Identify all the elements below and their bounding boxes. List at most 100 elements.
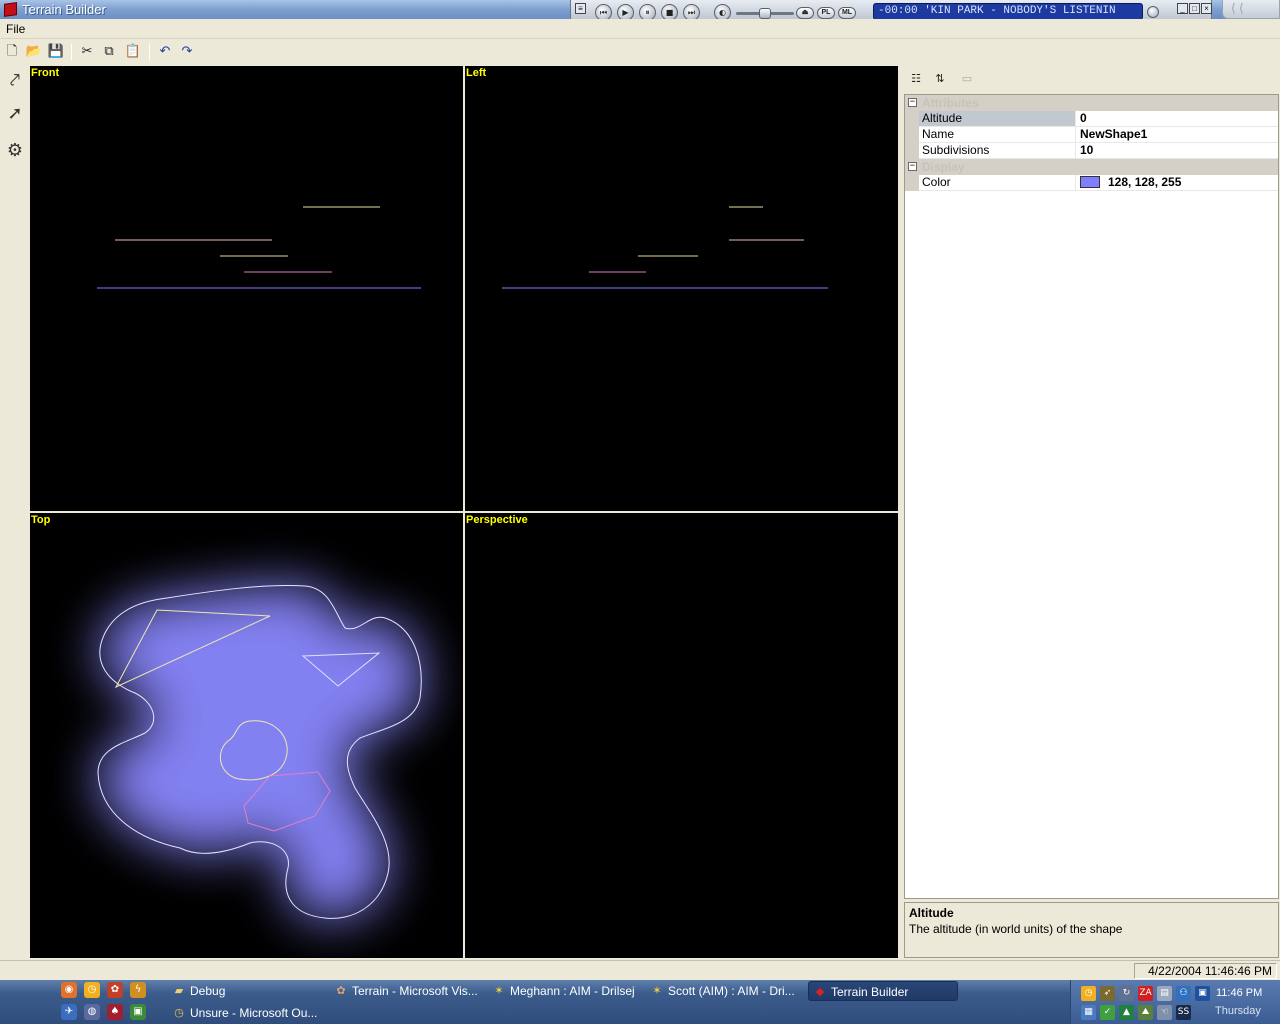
winamp-icon[interactable]: ϟ: [130, 982, 146, 998]
terrain-builder-window: Terrain Builder ≡ ⏮ ▶ ⏸ ■ ⏭ ◐ ⏏ PL ML -0…: [0, 0, 1280, 1024]
property-name: Subdivisions: [919, 143, 1076, 158]
window-title: Terrain Builder: [22, 2, 106, 17]
row-gutter: [905, 143, 919, 159]
categorized-view-icon[interactable]: ☷: [906, 69, 926, 89]
property-value[interactable]: 10: [1077, 143, 1277, 158]
task-aim-meghann[interactable]: ✶ Meghann : AIM - Drilsej: [488, 981, 636, 1001]
property-value-color[interactable]: 128, 128, 255: [1077, 175, 1277, 190]
task-label: Scott (AIM) : AIM - Dri...: [668, 984, 795, 998]
property-row-altitude[interactable]: Altitude 0: [905, 111, 1278, 127]
collapse-icon[interactable]: −: [908, 162, 917, 171]
property-row-color[interactable]: Color 128, 128, 255: [905, 175, 1278, 191]
player-option-icon[interactable]: [1147, 6, 1159, 18]
property-row-name[interactable]: Name NewShape1: [905, 127, 1278, 143]
property-value[interactable]: NewShape1: [1077, 127, 1277, 142]
tray-zonealarm-icon[interactable]: ZA: [1138, 986, 1153, 1001]
category-display[interactable]: − Display: [905, 159, 1278, 175]
help-title: Altitude: [909, 906, 954, 920]
menu-bar: File: [0, 19, 1280, 39]
tray-clock-icon[interactable]: ◷: [1081, 986, 1096, 1001]
viewport-front[interactable]: Front: [30, 66, 463, 511]
toolbar-separator: [71, 44, 72, 60]
row-gutter: [905, 127, 919, 143]
player-shade-button[interactable]: □: [1189, 3, 1200, 14]
tray-drive-icon[interactable]: ▤: [1157, 986, 1172, 1001]
player-close-button[interactable]: ×: [1201, 3, 1212, 14]
terrain-builder-icon: ◆: [815, 985, 825, 998]
property-row-subdivisions[interactable]: Subdivisions 10: [905, 143, 1278, 159]
media-library-button[interactable]: ML: [838, 7, 856, 19]
tray-monitor-icon[interactable]: ▣: [1195, 986, 1210, 1001]
day-of-week: Thursday: [1215, 1005, 1261, 1017]
status-bar: 4/22/2004 11:46:46 PM: [0, 960, 1280, 980]
viewport-left[interactable]: Left: [465, 66, 898, 511]
task-debug[interactable]: ▰ Debug: [168, 981, 318, 1001]
redo-icon[interactable]: ↷: [178, 43, 196, 61]
property-value[interactable]: 0: [1077, 111, 1277, 126]
tray-tree-icon[interactable]: ▲: [1119, 1005, 1134, 1020]
open-folder-icon[interactable]: 📂: [25, 43, 43, 61]
paste-icon[interactable]: 📋: [124, 43, 142, 61]
playlist-button[interactable]: PL: [817, 7, 835, 19]
category-attributes[interactable]: − Attributes: [905, 95, 1278, 111]
tray-rocket-icon[interactable]: ➶: [1100, 986, 1115, 1001]
tool-strip: ⤤ ➚ ⚙: [0, 66, 30, 958]
collapse-icon[interactable]: −: [908, 98, 917, 107]
terrain-glow: [98, 585, 422, 919]
draw-shape-tool-icon[interactable]: ⤤: [3, 68, 27, 94]
property-grid-panel: ☷ ⇅ ▭ − Attributes Altitude 0 Name NewSh…: [903, 66, 1280, 958]
game-icon[interactable]: ♠: [107, 1004, 123, 1020]
alphabetical-sort-icon[interactable]: ⇅: [930, 69, 950, 89]
viewport-perspective[interactable]: Perspective: [465, 513, 898, 958]
status-datetime: 4/22/2004 11:46:46 PM: [1134, 963, 1277, 979]
clock[interactable]: 11:46 PM: [1216, 987, 1262, 999]
cut-icon[interactable]: ✂: [78, 43, 96, 61]
property-name: Name: [919, 127, 1076, 142]
viewport-perspective-label: Perspective: [466, 514, 528, 526]
row-gutter: [905, 111, 919, 127]
clock-app-icon[interactable]: ◷: [84, 982, 100, 998]
task-visual-studio[interactable]: ✿ Terrain - Microsoft Vis...: [330, 981, 478, 1001]
tray-hand-icon[interactable]: ☜: [1157, 1005, 1172, 1020]
main-toolbar: 🗋 📂 💾 ✂ ⧉ 📋 ↶ ↷: [0, 40, 1280, 65]
tray-network-icon[interactable]: ⚇: [1176, 986, 1191, 1001]
messenger-icon[interactable]: ✈: [61, 1004, 77, 1020]
task-label: Terrain Builder: [831, 985, 909, 999]
player-menu-icon[interactable]: ≡: [575, 3, 586, 14]
paint-icon[interactable]: ✿: [107, 982, 123, 998]
player-minimize-button[interactable]: _: [1177, 3, 1188, 14]
task-aim-scott[interactable]: ✶ Scott (AIM) : AIM - Dri...: [646, 981, 796, 1001]
eject-button[interactable]: ⏏: [796, 7, 814, 19]
category-display-label: Display: [922, 160, 965, 174]
select-pointer-icon[interactable]: ➚: [3, 101, 27, 127]
viewport-top[interactable]: Top: [30, 513, 463, 958]
tray-app-icon[interactable]: ▦: [1081, 1005, 1096, 1020]
save-icon[interactable]: 💾: [47, 43, 65, 61]
volume-slider-thumb[interactable]: [759, 8, 771, 19]
color-swatch[interactable]: [1080, 176, 1100, 188]
undo-icon[interactable]: ↶: [156, 43, 174, 61]
task-terrain-builder[interactable]: ◆ Terrain Builder: [808, 981, 958, 1001]
taskbar: ◉ ◷ ✿ ϟ ✈ ◍ ♠ ▣ ▰ Debug ✿ Terrain - Micr…: [0, 980, 1280, 1024]
property-name: Altitude: [919, 111, 1076, 126]
tray-shield-icon[interactable]: ✓: [1100, 1005, 1115, 1020]
tray-ss-icon[interactable]: SS: [1176, 1005, 1191, 1020]
globe-icon[interactable]: ◍: [84, 1004, 100, 1020]
tray-mountain-icon[interactable]: ⛰: [1138, 1005, 1153, 1020]
tray-sync-icon[interactable]: ↻: [1119, 986, 1134, 1001]
menu-file[interactable]: File: [6, 22, 25, 36]
song-display: -00:00 'KIN PARK - NOBODY'S LISTENIN: [873, 3, 1143, 20]
task-label: Meghann : AIM - Drilsej: [510, 984, 635, 998]
property-grid: − Attributes Altitude 0 Name NewShape1 S…: [904, 94, 1279, 899]
aim-running-man-icon: ✶: [494, 984, 504, 997]
media-icon[interactable]: ▣: [130, 1004, 146, 1020]
new-file-icon[interactable]: 🗋: [3, 43, 21, 61]
property-pages-icon[interactable]: ▭: [957, 69, 977, 89]
copy-icon[interactable]: ⧉: [100, 43, 118, 61]
settings-gear-icon[interactable]: ⚙: [3, 138, 27, 164]
left-view-lines: [502, 206, 828, 289]
task-label: Terrain - Microsoft Vis...: [352, 984, 478, 998]
firefox-icon[interactable]: ◉: [61, 982, 77, 998]
task-outlook[interactable]: ◷ Unsure - Microsoft Ou...: [168, 1003, 318, 1023]
window-controls-stub[interactable]: ⟨ ⟨: [1222, 0, 1280, 19]
